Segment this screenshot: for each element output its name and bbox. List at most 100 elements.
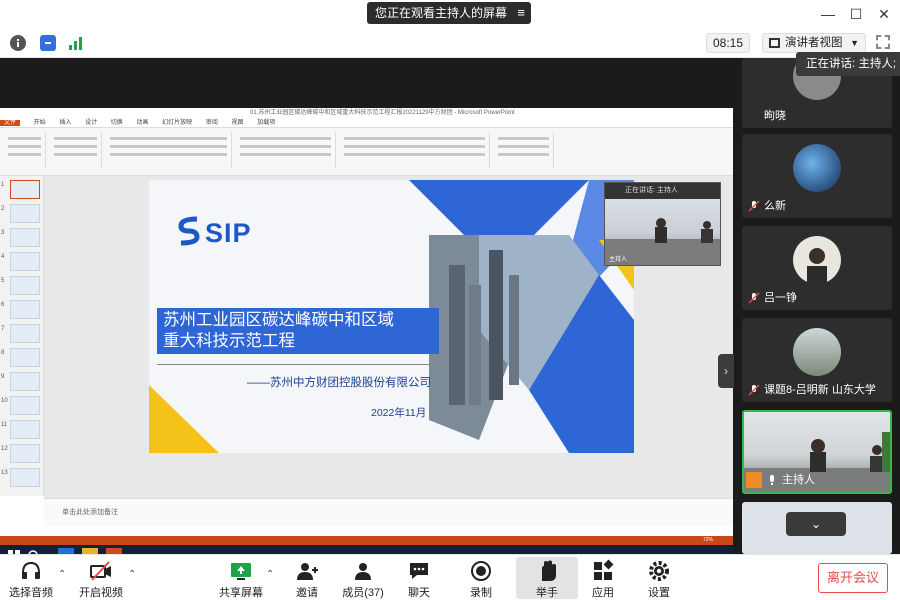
ppt-tab[interactable]: 加载项 — [257, 120, 275, 126]
slide-title: 苏州工业园区碳达峰碳中和区域 重大科技示范工程 — [157, 308, 439, 354]
minimize-icon[interactable]: — — [818, 4, 838, 24]
members-button[interactable]: 成员(37) — [332, 557, 394, 599]
slide-thumbnail[interactable] — [10, 468, 40, 487]
avatar — [793, 328, 841, 376]
signal-icon[interactable] — [68, 35, 84, 51]
slide-thumbnail[interactable] — [10, 252, 40, 271]
mic-muted-icon — [748, 384, 760, 396]
ppt-tab[interactable]: 插入 — [59, 120, 71, 126]
participant-tile-active[interactable]: 主持人 — [742, 410, 892, 494]
slide-thumbnail[interactable] — [10, 372, 40, 391]
members-label: 成员(37) — [342, 587, 384, 599]
chevron-up-icon[interactable]: ⌃ — [266, 569, 274, 580]
participant-tile[interactable]: 么新 — [742, 134, 892, 218]
ppt-tab[interactable]: 切换 — [111, 120, 123, 126]
thumb-number: 11 — [1, 422, 8, 428]
slide-thumbnail[interactable] — [10, 204, 40, 223]
slide-thumbnail[interactable] — [10, 276, 40, 295]
slide-thumbnail[interactable] — [10, 396, 40, 415]
participant-tile[interactable]: ⌄ — [742, 502, 892, 554]
slide-thumbnails: 1 2 3 4 5 6 7 8 9 10 11 12 13 — [0, 176, 44, 496]
participant-name: 昫晓 — [764, 110, 786, 122]
record-button[interactable]: 录制 — [450, 557, 512, 599]
raise-hand-button[interactable]: 举手 — [516, 557, 578, 599]
chevron-right-icon[interactable]: › — [718, 354, 734, 388]
ribbon-group-clipboard[interactable] — [4, 132, 46, 168]
close-icon[interactable]: ✕ — [874, 4, 894, 24]
invite-label: 邀请 — [296, 587, 318, 599]
headset-icon — [22, 561, 40, 579]
slide-thumbnail[interactable] — [10, 420, 40, 439]
ppt-tab[interactable]: 文件 — [0, 120, 21, 126]
ppt-status-bar: 72% — [0, 536, 733, 545]
participant-name: 课题8-吕明新 山东大学 — [746, 382, 876, 398]
members-icon — [355, 563, 371, 580]
pip-name: 主持人 — [609, 257, 628, 263]
invite-button[interactable]: 邀请 — [276, 557, 338, 599]
slide-thumbnail[interactable] — [10, 348, 40, 367]
slide-thumbnail[interactable] — [10, 300, 40, 319]
chevron-up-icon[interactable]: ⌃ — [58, 569, 66, 580]
settings-button[interactable]: 设置 — [628, 557, 690, 599]
thumb-number: 13 — [1, 470, 8, 476]
ppt-ribbon — [0, 128, 733, 176]
host-icon — [746, 472, 762, 488]
record-label: 录制 — [470, 587, 492, 599]
slide-thumbnail[interactable] — [10, 228, 40, 247]
raise-hand-label: 举手 — [536, 587, 558, 599]
ppt-tab[interactable]: 动画 — [136, 120, 148, 126]
ppt-tab[interactable]: 视图 — [232, 120, 244, 126]
apps-icon — [594, 559, 614, 580]
shield-icon[interactable] — [40, 35, 56, 51]
participant-tile[interactable]: 吕一铮 — [742, 226, 892, 310]
speaker-video-overlay[interactable]: 正在讲话: 主持人 主持人 — [604, 182, 721, 266]
slide-thumbnail[interactable] — [10, 180, 40, 199]
share-label: 共享屏幕 — [219, 587, 263, 599]
participant-name: 主持人 — [746, 472, 815, 488]
info-icon[interactable] — [10, 35, 26, 51]
chat-button[interactable]: 聊天 — [388, 557, 450, 599]
participant-tile[interactable]: 课题8-吕明新 山东大学 — [742, 318, 892, 402]
share-screen-button[interactable]: 共享屏幕 — [210, 557, 272, 599]
thumb-number: 10 — [1, 398, 8, 404]
slide-thumbnail[interactable] — [10, 444, 40, 463]
speaker-video: 主持人 — [605, 199, 720, 265]
menu-icon[interactable]: ≡ — [517, 2, 525, 24]
pip-header: 正在讲话: 主持人 — [605, 183, 720, 199]
ppt-tab[interactable]: 开始 — [34, 120, 46, 126]
maximize-icon[interactable]: ☐ — [846, 4, 866, 24]
thumb-number: 9 — [1, 374, 5, 380]
fullscreen-icon[interactable] — [876, 35, 890, 49]
ribbon-group-font[interactable] — [106, 132, 232, 168]
thumb-number: 4 — [1, 254, 5, 260]
video-label: 开启视频 — [79, 587, 123, 599]
chevron-up-icon[interactable]: ⌃ — [128, 569, 136, 580]
ppt-tab[interactable]: 审阅 — [206, 120, 218, 126]
chat-label: 聊天 — [408, 587, 430, 599]
camera-off-icon — [90, 561, 111, 581]
ribbon-group-paragraph[interactable] — [236, 132, 336, 168]
slide[interactable]: SIP 苏州工业园区碳达峰碳中和区域 重大科技示范工程 ——苏州中方财团控股股份… — [149, 180, 634, 453]
ppt-tab[interactable]: 幻灯片放映 — [162, 120, 192, 126]
thumb-number: 7 — [1, 326, 5, 332]
ppt-tab[interactable]: 设计 — [85, 120, 97, 126]
ribbon-group-editing[interactable] — [494, 132, 554, 168]
notes-pane[interactable]: 单击此处添加备注 — [44, 498, 733, 526]
participant-name-text: 吕一铮 — [764, 292, 797, 304]
ribbon-group-slides[interactable] — [50, 132, 102, 168]
avatar — [793, 144, 841, 192]
chevron-down-icon[interactable]: ⌄ — [786, 512, 846, 536]
mic-muted-icon — [748, 200, 760, 212]
grid-view-icon — [769, 38, 780, 48]
ribbon-group-drawing[interactable] — [340, 132, 490, 168]
sip-logo-icon — [178, 216, 200, 246]
video-button[interactable]: 开启视频 — [70, 557, 132, 599]
audio-button[interactable]: 选择音频 — [0, 557, 62, 599]
slide-thumbnail[interactable] — [10, 324, 40, 343]
leave-meeting-button[interactable]: 离开会议 — [818, 563, 888, 593]
meeting-timer: 08:15 — [706, 33, 750, 53]
apps-button[interactable]: 应用 — [572, 557, 634, 599]
thumb-number: 3 — [1, 230, 5, 236]
zoom-level[interactable]: 72% — [703, 536, 713, 545]
view-switch-button[interactable]: 演讲者视图 ▼ — [762, 33, 866, 53]
